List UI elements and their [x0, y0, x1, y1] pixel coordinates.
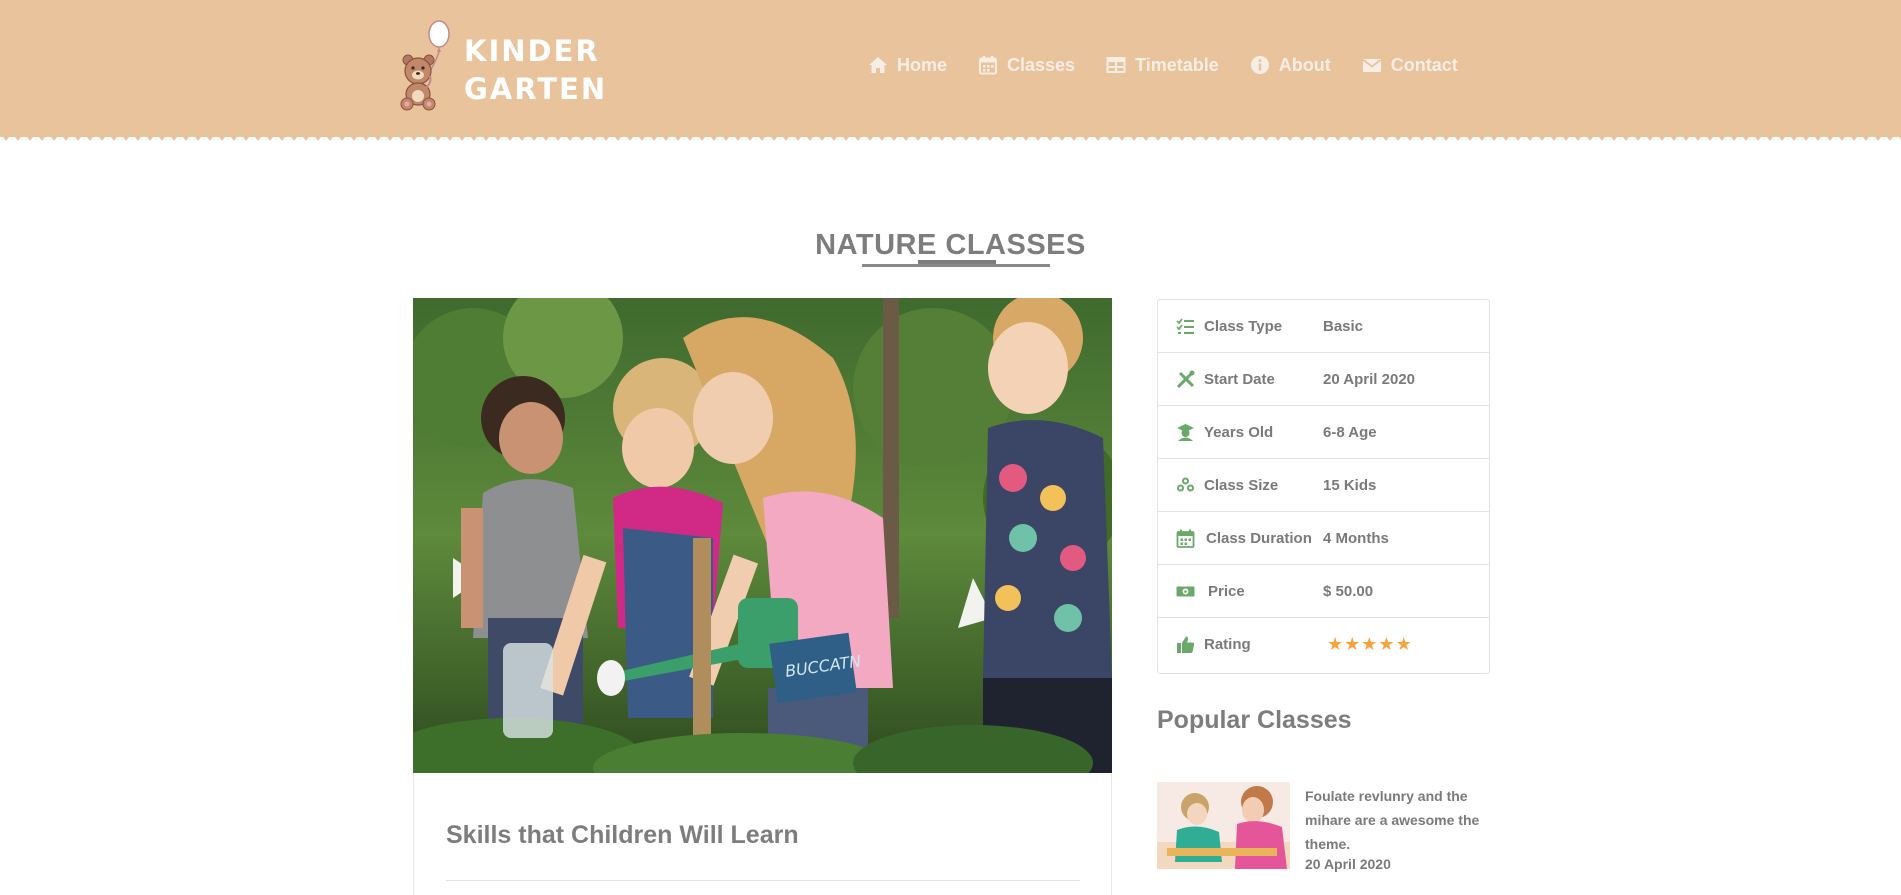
teacher-child-image: [1157, 782, 1290, 869]
info-label: Rating: [1204, 636, 1251, 653]
thumbs-up-icon: [1177, 636, 1195, 653]
info-row-class-size: Class Size 15 Kids: [1158, 459, 1489, 512]
nav-about[interactable]: About: [1250, 55, 1331, 76]
teddy-bear-balloon-icon: [400, 20, 450, 111]
nav-contact[interactable]: Contact: [1362, 55, 1458, 76]
info-label: Class Duration: [1206, 529, 1312, 547]
info-label: Start Date: [1204, 370, 1275, 388]
info-row-start-date: Start Date 20 April 2020: [1158, 353, 1489, 406]
graduate-icon: [1177, 424, 1194, 441]
nav-classes[interactable]: Classes: [978, 55, 1075, 76]
money-icon: [1176, 586, 1195, 597]
site-header: KINDER GARTEN Home Classes Timetable Abo…: [0, 0, 1901, 137]
info-row-class-type: Class Type Basic: [1158, 300, 1489, 353]
popular-class-thumbnail[interactable]: [1157, 782, 1290, 869]
info-row-years-old: Years Old 6-8 Age: [1158, 406, 1489, 459]
info-value: 15 Kids: [1323, 476, 1377, 494]
calendar-icon: [1176, 529, 1195, 548]
nav-timetable[interactable]: Timetable: [1106, 55, 1219, 76]
users-icon: [1177, 477, 1194, 492]
class-photo: BUCCATN: [413, 298, 1112, 773]
info-label: Class Size: [1204, 476, 1279, 494]
info-value: 20 April 2020: [1323, 370, 1415, 388]
rating-stars: ★ ★ ★ ★ ★: [1327, 633, 1413, 655]
skills-heading: Skills that Children Will Learn: [446, 821, 799, 849]
nav-about-label: About: [1278, 54, 1331, 75]
main-nav: Home Classes Timetable About Contact: [868, 52, 1458, 78]
popular-classes-heading: Popular Classes: [1157, 706, 1352, 734]
children-gardening-image: BUCCATN: [413, 298, 1112, 773]
brand-line-2: GARTEN: [464, 72, 608, 106]
info-label: Price: [1208, 582, 1245, 600]
nav-timetable-label: Timetable: [1135, 54, 1219, 75]
star-icon: ★: [1344, 633, 1361, 655]
site-logo[interactable]: KINDER GARTEN: [396, 18, 605, 114]
nav-contact-label: Contact: [1390, 54, 1458, 75]
info-icon: [1250, 56, 1269, 74]
star-icon: ★: [1378, 633, 1395, 655]
table-icon: [1106, 57, 1126, 73]
info-value: 6-8 Age: [1323, 423, 1377, 441]
card-divider: [446, 880, 1080, 881]
brand-name: KINDER GARTEN: [464, 32, 607, 108]
popular-class-item[interactable]: Foulate revlunry and the mihare are a aw…: [1157, 782, 1497, 872]
home-icon: [869, 57, 887, 73]
star-icon: ★: [1361, 633, 1378, 655]
title-underline: [862, 264, 1050, 267]
nav-classes-label: Classes: [1007, 54, 1076, 75]
brand-line-1: KINDER: [464, 34, 600, 68]
star-icon: ★: [1327, 633, 1344, 655]
star-icon: ★: [1395, 633, 1412, 655]
popular-class-date: 20 April 2020: [1305, 856, 1391, 872]
info-value: Basic: [1323, 317, 1364, 335]
info-value: $ 50.00: [1323, 582, 1374, 600]
page-title: NATURE CLASSES: [815, 229, 1086, 261]
skills-card: Skills that Children Will Learn: [413, 773, 1112, 895]
calendar-icon: [979, 56, 998, 75]
info-row-price: Price $ 50.00: [1158, 565, 1489, 618]
info-row-rating: Rating ★ ★ ★ ★ ★: [1158, 618, 1489, 671]
checklist-icon: [1176, 318, 1194, 334]
info-row-class-duration: Class Duration 4 Months: [1158, 512, 1489, 565]
title-underline-accent: [918, 260, 996, 264]
nav-home-label: Home: [897, 54, 948, 75]
envelope-icon: [1362, 59, 1381, 72]
header-zigzag-border: [0, 133, 1901, 141]
info-label: Years Old: [1204, 423, 1274, 441]
info-label: Class Type: [1204, 317, 1283, 335]
nav-home[interactable]: Home: [868, 55, 947, 76]
tools-icon: [1176, 370, 1195, 389]
class-info-table: Class Type Basic Start Date 20 April 202…: [1157, 299, 1490, 674]
info-value: 4 Months: [1323, 529, 1389, 547]
popular-class-description[interactable]: Foulate revlunry and the mihare are a aw…: [1305, 784, 1495, 856]
